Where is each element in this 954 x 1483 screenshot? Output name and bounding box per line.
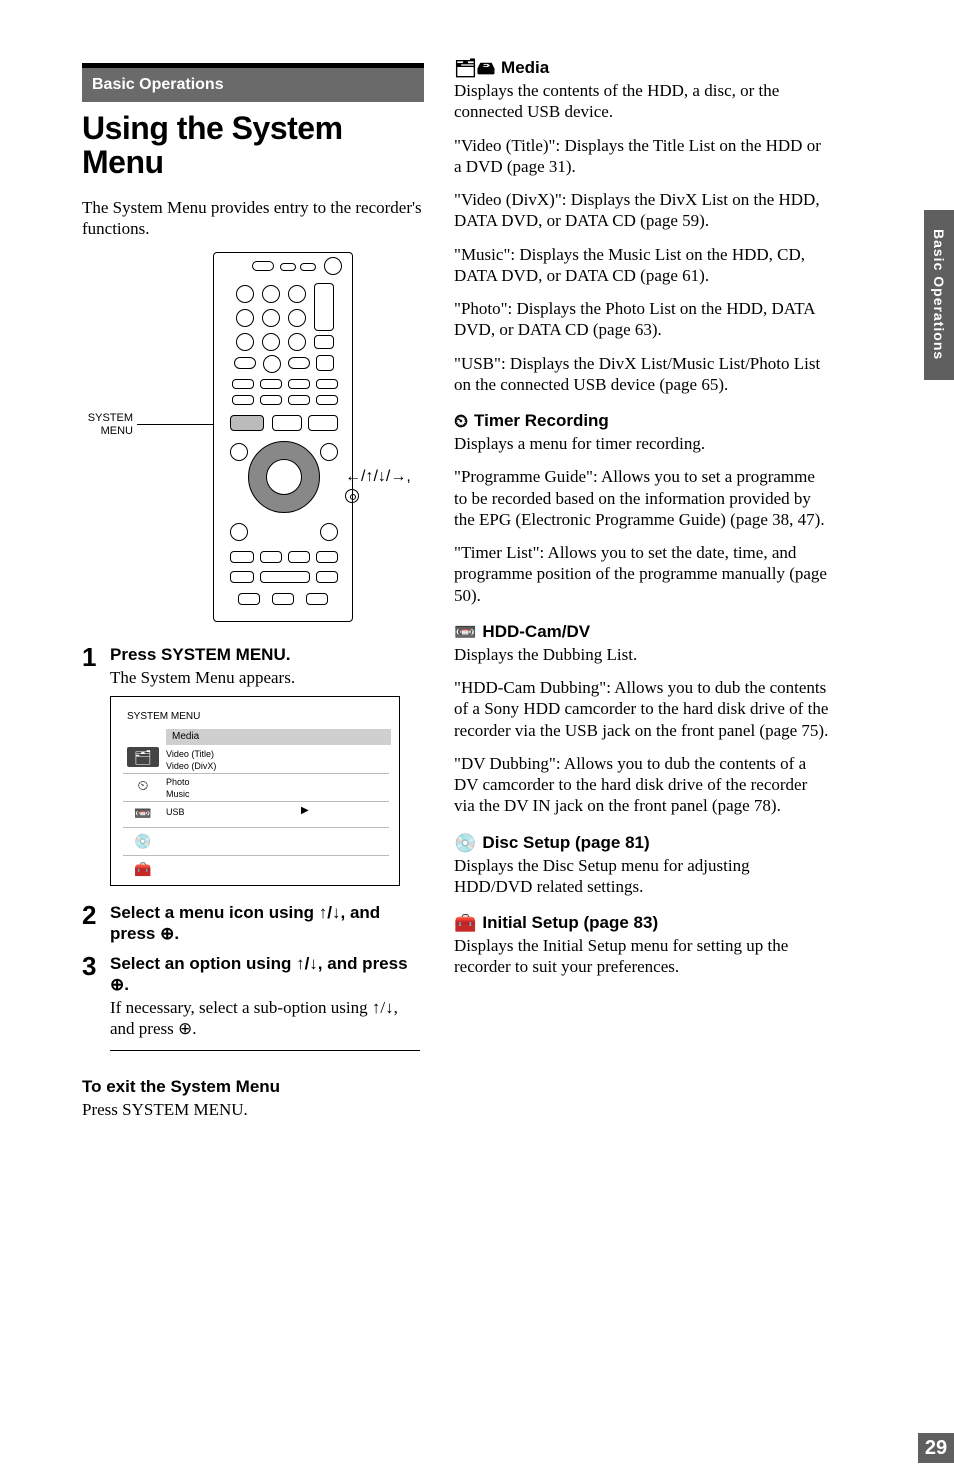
remote-illustration: SYSTEM MENU	[143, 252, 363, 622]
timer-p: "Timer List": Allows you to set the date…	[454, 542, 829, 606]
step-sub: If necessary, select a sub-option using …	[110, 997, 424, 1040]
timer-heading: ⏲ Timer Recording	[454, 411, 829, 431]
screenshot-row: Photo	[166, 777, 190, 787]
step-sub: The System Menu appears.	[110, 667, 424, 688]
step-2: 2 Select a menu icon using ↑/↓, and pres…	[82, 902, 424, 945]
page-title: Using the System Menu	[82, 112, 424, 179]
disc-icon: 🗂🖴	[454, 59, 495, 77]
step-head: Press SYSTEM MENU.	[110, 644, 424, 665]
media-p: Displays the contents of the HDD, a disc…	[454, 80, 829, 123]
media-icon: 🗂	[127, 747, 159, 767]
page-number: 29	[918, 1433, 954, 1463]
step-number: 2	[82, 902, 110, 945]
initial-setup-icon: 🧰	[127, 859, 159, 879]
hdd-heading: 📼 HDD-Cam/DV	[454, 622, 829, 642]
step-head: Select an option using ↑/↓, and press ⊕.	[110, 953, 424, 996]
screenshot-row: Music	[166, 789, 190, 799]
system-menu-screenshot: SYSTEM MENU Media 🗂 Video (Title) Video …	[110, 696, 400, 886]
timer-icon: ⏲	[127, 775, 159, 795]
hdd-p: Displays the Dubbing List.	[454, 644, 829, 665]
step-head: Select a menu icon using ↑/↓, and press …	[110, 902, 424, 945]
step-number: 3	[82, 953, 110, 1040]
section-tab: Basic Operations	[82, 63, 424, 102]
media-p: "Video (Title)": Displays the Title List…	[454, 135, 829, 178]
divider	[110, 1050, 420, 1051]
screenshot-row: Video (Title)	[166, 749, 214, 759]
disc-icon: 💿	[454, 834, 476, 852]
initial-setup-heading: 🧰 Initial Setup (page 83)	[454, 913, 829, 933]
timer-p: "Programme Guide": Allows you to set a p…	[454, 466, 829, 530]
screenshot-selected-bar: Media	[166, 729, 391, 745]
disc-setup-icon: 💿	[127, 831, 159, 851]
screenshot-row: USB	[166, 807, 185, 817]
remote-label-arrows: ←/↑/↓/→,	[345, 467, 415, 509]
remote-label-system-menu: SYSTEM MENU	[73, 412, 133, 438]
hdd-p: "HDD-Cam Dubbing": Allows you to dub the…	[454, 677, 829, 741]
media-p: "Video (DivX)": Displays the DivX List o…	[454, 189, 829, 232]
side-tab: Basic Operations	[924, 210, 954, 380]
screenshot-row: Video (DivX)	[166, 761, 216, 771]
initial-p: Displays the Initial Setup menu for sett…	[454, 935, 829, 978]
step-1: 1 Press SYSTEM MENU. The System Menu app…	[82, 644, 424, 689]
media-heading: 🗂🖴 Media	[454, 58, 829, 78]
step-number: 1	[82, 644, 110, 689]
camcorder-icon: 📼	[454, 623, 476, 641]
exit-heading: To exit the System Menu	[82, 1077, 424, 1097]
exit-body: Press SYSTEM MENU.	[82, 1099, 424, 1120]
timer-p: Displays a menu for timer recording.	[454, 433, 829, 454]
screenshot-title: SYSTEM MENU	[127, 711, 200, 722]
enter-icon	[345, 489, 359, 503]
intro-text: The System Menu provides entry to the re…	[82, 197, 424, 240]
media-p: "Photo": Displays the Photo List on the …	[454, 298, 829, 341]
hdd-p: "DV Dubbing": Allows you to dub the cont…	[454, 753, 829, 817]
disc-setup-heading: 💿 Disc Setup (page 81)	[454, 833, 829, 853]
step-3: 3 Select an option using ↑/↓, and press …	[82, 953, 424, 1040]
clock-icon: ⏲	[454, 412, 468, 430]
toolbox-icon: 🧰	[454, 914, 476, 932]
hdd-cam-icon: 📼	[127, 803, 159, 823]
media-p: "USB": Displays the DivX List/Music List…	[454, 353, 829, 396]
media-p: "Music": Displays the Music List on the …	[454, 244, 829, 287]
disc-p: Displays the Disc Setup menu for adjusti…	[454, 855, 829, 898]
